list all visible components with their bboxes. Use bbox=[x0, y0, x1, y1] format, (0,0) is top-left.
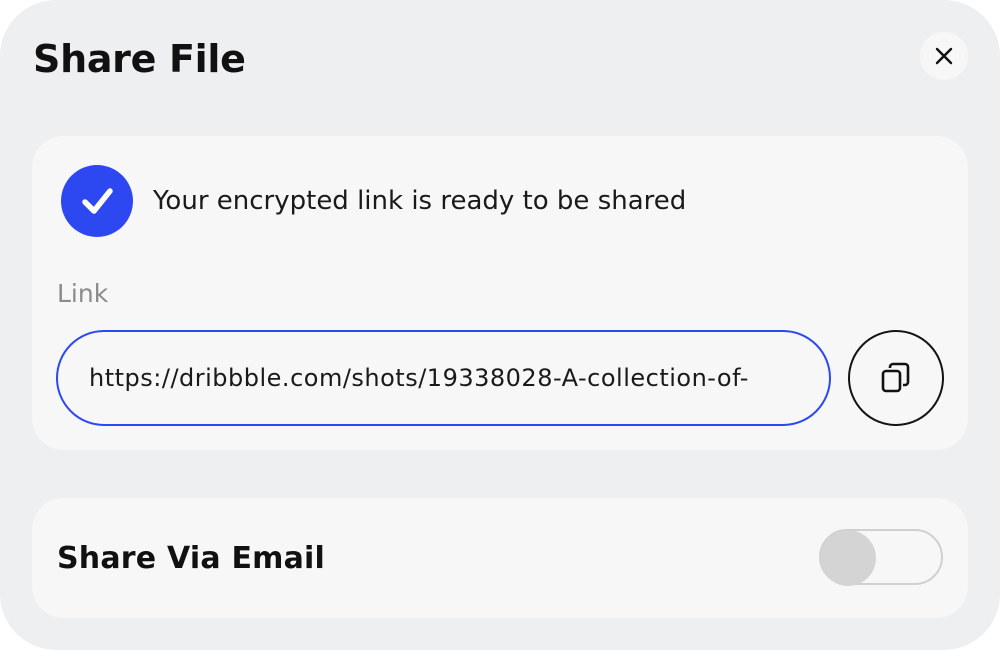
link-input[interactable] bbox=[56, 330, 831, 426]
check-circle-icon bbox=[61, 165, 133, 237]
toggle-knob bbox=[820, 530, 876, 586]
link-label: Link bbox=[57, 279, 109, 308]
share-via-email-label: Share Via Email bbox=[57, 541, 326, 576]
copy-link-button[interactable] bbox=[848, 330, 944, 426]
share-file-dialog: Share File Your encrypted link is ready … bbox=[0, 0, 1000, 650]
email-card: Share Via Email bbox=[32, 498, 968, 618]
share-via-email-toggle[interactable] bbox=[819, 529, 943, 586]
close-icon bbox=[935, 47, 953, 65]
dialog-title: Share File bbox=[33, 37, 246, 81]
link-ready-message: Your encrypted link is ready to be share… bbox=[153, 186, 687, 216]
copy-icon bbox=[881, 362, 911, 394]
link-card: Your encrypted link is ready to be share… bbox=[32, 136, 968, 450]
close-button[interactable] bbox=[920, 32, 968, 80]
